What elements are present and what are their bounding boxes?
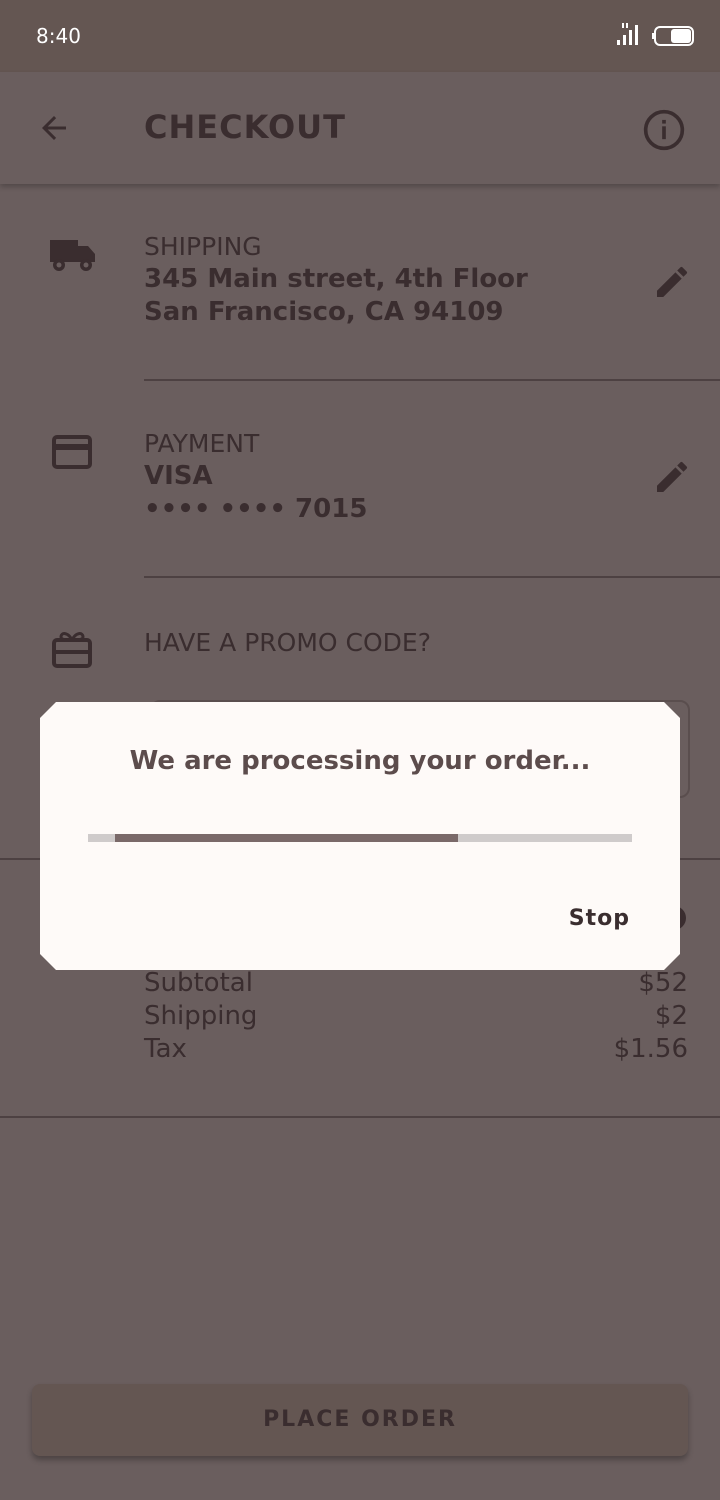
totals-label: Tax xyxy=(144,1034,187,1064)
totals-row-shipping: Shipping $2 xyxy=(144,1001,688,1031)
battery-icon xyxy=(652,26,694,46)
arrow-back-icon[interactable] xyxy=(36,110,72,146)
payment-label: PAYMENT xyxy=(144,429,260,458)
totals-row-subtotal: Subtotal $52 xyxy=(144,968,688,998)
place-order-button[interactable]: PLACE ORDER xyxy=(32,1384,688,1456)
progress-fill xyxy=(115,834,458,842)
totals-value: $1.56 xyxy=(613,1034,688,1064)
truck-icon xyxy=(50,240,95,271)
edit-payment-icon[interactable] xyxy=(652,457,692,497)
payment-section[interactable]: PAYMENT VISA •••• •••• 7015 xyxy=(0,381,720,577)
status-bar: 8:40 xyxy=(0,0,720,72)
gift-card-icon xyxy=(52,632,92,668)
totals-value: $2 xyxy=(654,1001,688,1031)
shipping-address-line2: San Francisco, CA 94109 xyxy=(144,297,504,327)
shipping-section[interactable]: SHIPPING 345 Main street, 4th Floor San … xyxy=(0,184,720,380)
processing-message: We are processing your order... xyxy=(129,746,591,776)
app-bar: CHECKOUT xyxy=(0,72,720,184)
totals-value: $52 xyxy=(638,968,688,998)
shipping-label: SHIPPING xyxy=(144,232,262,261)
place-order-label: PLACE ORDER xyxy=(263,1407,457,1432)
processing-dialog: We are processing your order... Stop xyxy=(40,702,680,970)
page-title: CHECKOUT xyxy=(144,108,346,146)
totals-label: Shipping xyxy=(144,1001,258,1031)
totals-row-tax: Tax $1.56 xyxy=(144,1034,688,1064)
info-icon[interactable] xyxy=(642,108,686,152)
totals-label: Subtotal xyxy=(144,968,253,998)
payment-card-type: VISA xyxy=(144,461,213,491)
signal-icon xyxy=(617,23,638,45)
status-time: 8:40 xyxy=(36,24,81,48)
promo-label: HAVE A PROMO CODE? xyxy=(144,628,431,657)
divider xyxy=(0,1116,720,1118)
credit-card-icon xyxy=(52,435,92,469)
edit-shipping-icon[interactable] xyxy=(652,262,692,302)
stop-button[interactable]: Stop xyxy=(569,906,630,931)
payment-card-number: •••• •••• 7015 xyxy=(144,494,368,524)
progress-bar xyxy=(88,834,632,842)
shipping-address-line1: 345 Main street, 4th Floor xyxy=(144,264,528,294)
